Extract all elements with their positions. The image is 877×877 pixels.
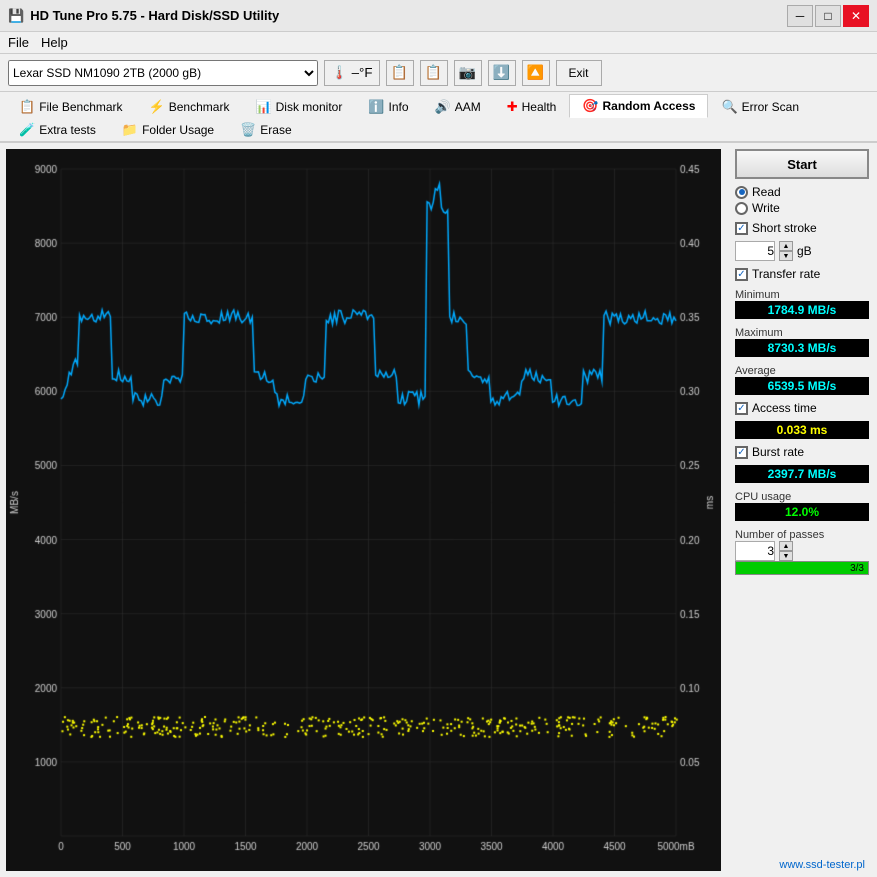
- tab-erase[interactable]: 🗑️ Erase: [227, 118, 305, 141]
- main-content: Start Read Write ✓ Short stroke ▲ ▼ gB: [0, 143, 877, 877]
- tab-extra-tests[interactable]: 🧪 Extra tests: [6, 118, 109, 141]
- close-button[interactable]: ✕: [843, 5, 869, 27]
- average-section: Average 6539.5 MB/s: [735, 363, 869, 395]
- cpu-usage-value: 12.0%: [735, 503, 869, 521]
- passes-spinner-buttons: ▲ ▼: [779, 541, 793, 561]
- upload-icon-button[interactable]: 🔼: [522, 60, 550, 86]
- passes-increment[interactable]: ▲: [779, 541, 793, 551]
- exit-button[interactable]: Exit: [556, 60, 602, 86]
- passes-label: Number of passes: [735, 529, 869, 541]
- short-stroke-spinner-buttons: ▲ ▼: [779, 241, 793, 261]
- passes-input[interactable]: [735, 541, 775, 561]
- write-radio[interactable]: Write: [735, 201, 869, 215]
- tab-random-access[interactable]: 🎯 Random Access: [569, 94, 708, 118]
- menu-help[interactable]: Help: [41, 35, 68, 50]
- minimum-label: Minimum: [735, 289, 869, 301]
- window-controls: ─ □ ✕: [787, 5, 869, 27]
- passes-section: Number of passes ▲ ▼ 3/3: [735, 527, 869, 575]
- passes-progress-fill: [736, 562, 868, 574]
- info-icon-button[interactable]: 📋: [386, 60, 414, 86]
- minimum-value: 1784.9 MB/s: [735, 301, 869, 319]
- window-title: HD Tune Pro 5.75 - Hard Disk/SSD Utility: [30, 8, 279, 23]
- start-button[interactable]: Start: [735, 149, 869, 179]
- tab-file-benchmark[interactable]: 📋 File Benchmark: [6, 94, 136, 118]
- short-stroke-checkbox[interactable]: ✓ Short stroke: [735, 221, 869, 235]
- tab-error-scan[interactable]: 🔍 Error Scan: [708, 94, 812, 118]
- passes-spinner-row: ▲ ▼: [735, 541, 869, 561]
- access-time-check-box: ✓: [735, 402, 748, 415]
- info-tab-icon: ℹ️: [368, 99, 384, 115]
- short-stroke-input[interactable]: [735, 241, 775, 261]
- aam-icon: 🔊: [435, 99, 451, 115]
- benchmark-chart: [6, 149, 721, 871]
- title-bar: 💾 HD Tune Pro 5.75 - Hard Disk/SSD Utili…: [0, 0, 877, 32]
- benchmark-icon: ⚡: [149, 99, 165, 115]
- transfer-rate-checkbox[interactable]: ✓ Transfer rate: [735, 267, 869, 281]
- short-stroke-spinner-row: ▲ ▼ gB: [735, 241, 869, 261]
- burst-rate-check-box: ✓: [735, 446, 748, 459]
- transfer-rate-check-box: ✓: [735, 268, 748, 281]
- extra-tests-icon: 🧪: [19, 122, 35, 138]
- erase-icon: 🗑️: [240, 122, 256, 138]
- file-benchmark-icon: 📋: [19, 99, 35, 115]
- camera-icon-button[interactable]: 📷: [454, 60, 482, 86]
- app-icon: 💾: [8, 8, 24, 24]
- short-stroke-decrement[interactable]: ▼: [779, 251, 793, 261]
- burst-rate-value: 2397.7 MB/s: [735, 465, 869, 483]
- read-radio[interactable]: Read: [735, 185, 869, 199]
- write-radio-circle: [735, 202, 748, 215]
- error-scan-icon: 🔍: [721, 99, 737, 115]
- tab-info[interactable]: ℹ️ Info: [355, 94, 421, 118]
- download-icon-button[interactable]: ⬇️: [488, 60, 516, 86]
- menu-bar: File Help: [0, 32, 877, 54]
- temperature-button[interactable]: 🌡️ –°F: [324, 60, 380, 86]
- copy-icon-button[interactable]: 📋: [420, 60, 448, 86]
- website-link: www.ssd-tester.pl: [735, 859, 869, 871]
- short-stroke-check-box: ✓: [735, 222, 748, 235]
- passes-decrement[interactable]: ▼: [779, 551, 793, 561]
- average-value: 6539.5 MB/s: [735, 377, 869, 395]
- read-radio-circle: [735, 186, 748, 199]
- passes-progress-label: 3/3: [850, 562, 864, 576]
- tab-benchmark[interactable]: ⚡ Benchmark: [136, 94, 243, 118]
- maximum-value: 8730.3 MB/s: [735, 339, 869, 357]
- tab-folder-usage[interactable]: 📁 Folder Usage: [109, 118, 227, 141]
- maximize-button[interactable]: □: [815, 5, 841, 27]
- maximum-label: Maximum: [735, 327, 869, 339]
- minimize-button[interactable]: ─: [787, 5, 813, 27]
- short-stroke-increment[interactable]: ▲: [779, 241, 793, 251]
- tabs: 📋 File Benchmark ⚡ Benchmark 📊 Disk moni…: [0, 92, 877, 143]
- average-label: Average: [735, 365, 869, 377]
- minimum-section: Minimum 1784.9 MB/s: [735, 287, 869, 319]
- health-icon: ✚: [507, 99, 518, 115]
- thermometer-icon: 🌡️: [331, 65, 348, 81]
- passes-progress-bar: 3/3: [735, 561, 869, 575]
- toolbar: Lexar SSD NM1090 2TB (2000 gB) 🌡️ –°F 📋 …: [0, 54, 877, 92]
- access-time-value: 0.033 ms: [735, 421, 869, 439]
- tab-aam[interactable]: 🔊 AAM: [422, 94, 494, 118]
- random-access-icon: 🎯: [582, 98, 598, 114]
- maximum-section: Maximum 8730.3 MB/s: [735, 325, 869, 357]
- cpu-usage-label: CPU usage: [735, 491, 869, 503]
- disk-monitor-icon: 📊: [255, 99, 271, 115]
- access-time-checkbox[interactable]: ✓ Access time: [735, 401, 869, 415]
- cpu-usage-section: CPU usage 12.0%: [735, 489, 869, 521]
- drive-select[interactable]: Lexar SSD NM1090 2TB (2000 gB): [8, 60, 318, 86]
- burst-rate-checkbox[interactable]: ✓ Burst rate: [735, 445, 869, 459]
- chart-area: [6, 149, 721, 871]
- read-write-group: Read Write: [735, 185, 869, 215]
- folder-usage-icon: 📁: [122, 122, 138, 138]
- tab-disk-monitor[interactable]: 📊 Disk monitor: [242, 94, 355, 118]
- menu-file[interactable]: File: [8, 35, 29, 50]
- right-panel: Start Read Write ✓ Short stroke ▲ ▼ gB: [727, 143, 877, 877]
- temp-value: –°F: [352, 65, 373, 80]
- tab-health[interactable]: ✚ Health: [494, 94, 570, 118]
